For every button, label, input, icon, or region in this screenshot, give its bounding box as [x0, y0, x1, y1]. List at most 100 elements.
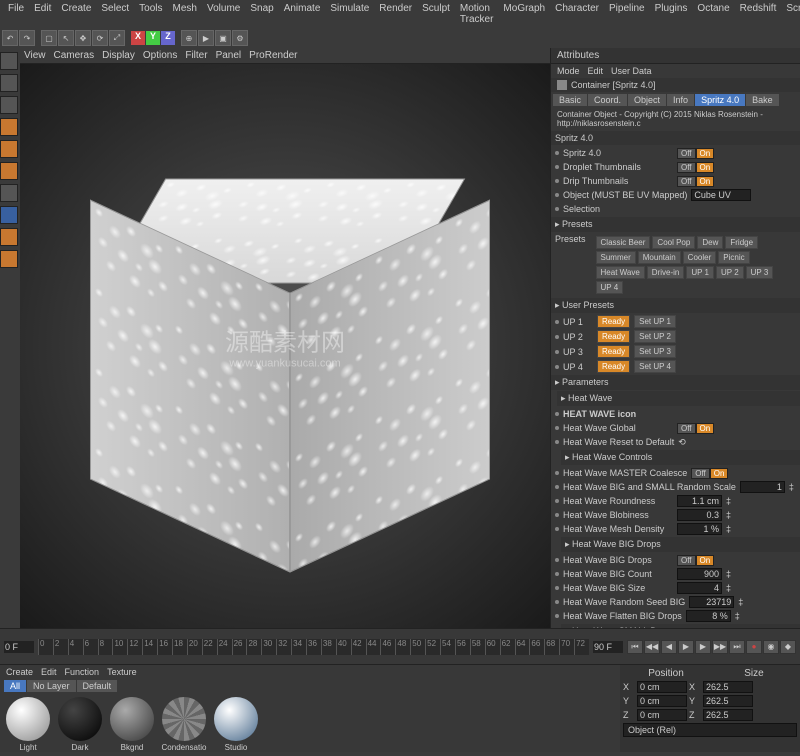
menu-render[interactable]: Render — [375, 2, 416, 26]
poly-mode-button[interactable] — [0, 162, 18, 180]
move-button[interactable]: ✥ — [75, 30, 91, 46]
preset-summer[interactable]: Summer — [596, 251, 636, 264]
timeline-ruler[interactable]: 0246810121416182022242628303234363840424… — [38, 639, 589, 655]
preset-classic-beer[interactable]: Classic Beer — [596, 236, 651, 249]
hw-global-toggle[interactable]: OffOn — [677, 423, 714, 434]
menu-script[interactable]: Script — [782, 2, 800, 26]
menu-snap[interactable]: Snap — [246, 2, 277, 26]
menu-create[interactable]: Create — [57, 2, 95, 26]
cursor-button[interactable]: ↖ — [58, 30, 74, 46]
ready-button[interactable]: Ready — [597, 360, 630, 373]
pos-x-field[interactable] — [637, 681, 687, 693]
ready-button[interactable]: Ready — [597, 330, 630, 343]
section-hw-controls[interactable]: ▸ Heat Wave Controls — [561, 450, 800, 465]
edge-mode-button[interactable] — [0, 140, 18, 158]
tab-basic[interactable]: Basic — [553, 94, 587, 106]
preset-up-1[interactable]: UP 1 — [686, 266, 714, 279]
field-heat-wave-random-seed-big[interactable]: 23719 — [689, 596, 734, 608]
set-button[interactable]: Set UP 4 — [634, 360, 676, 373]
play-button[interactable]: ▶ — [678, 640, 694, 654]
preset-cooler[interactable]: Cooler — [683, 251, 717, 264]
coord-mode-select[interactable]: Object (Rel) — [623, 723, 797, 737]
menu-redshift[interactable]: Redshift — [736, 2, 781, 26]
preset-cool-pop[interactable]: Cool Pop — [652, 236, 695, 249]
preset-dew[interactable]: Dew — [697, 236, 723, 249]
attrmenu-edit[interactable]: Edit — [588, 66, 604, 76]
menu-sculpt[interactable]: Sculpt — [418, 2, 454, 26]
render-settings-button[interactable]: ⚙ — [232, 30, 248, 46]
matmenu-function[interactable]: Function — [65, 667, 100, 677]
material-condensatio[interactable]: Condensatio — [160, 697, 208, 752]
viewport-solo-button[interactable] — [0, 184, 18, 202]
section-hw-big[interactable]: ▸ Heat Wave BIG Drops — [561, 537, 800, 552]
section-parameters[interactable]: ▸ Parameters — [551, 375, 800, 390]
menu-plugins[interactable]: Plugins — [651, 2, 692, 26]
mattab-no-layer[interactable]: No Layer — [27, 680, 76, 692]
preset-heat-wave[interactable]: Heat Wave — [596, 266, 645, 279]
field-heat-wave-big-size[interactable]: 4 — [677, 582, 722, 594]
undo-button[interactable]: ↶ — [2, 30, 18, 46]
tab-coord[interactable]: Coord. — [588, 94, 627, 106]
reset-icon[interactable]: ⟲ — [678, 437, 686, 448]
preset-drive-in[interactable]: Drive-in — [647, 266, 685, 279]
preset-up-4[interactable]: UP 4 — [596, 281, 624, 294]
set-button[interactable]: Set UP 2 — [634, 330, 676, 343]
menu-tools[interactable]: Tools — [135, 2, 166, 26]
viewmenu-filter[interactable]: Filter — [185, 50, 207, 61]
preset-picnic[interactable]: Picnic — [718, 251, 749, 264]
attrmenu-user-data[interactable]: User Data — [611, 66, 652, 76]
section-user-presets[interactable]: ▸ User Presets — [551, 298, 800, 313]
field-heat-wave-roundness[interactable]: 1.1 cm — [677, 495, 722, 507]
texture-mode-button[interactable] — [0, 74, 18, 92]
menu-character[interactable]: Character — [551, 2, 603, 26]
ready-button[interactable]: Ready — [597, 315, 630, 328]
pos-y-field[interactable] — [637, 695, 687, 707]
keyframe-sel-button[interactable]: ◆ — [780, 640, 796, 654]
viewmenu-cameras[interactable]: Cameras — [54, 50, 95, 61]
field-heat-wave-flatten-big-drops[interactable]: 8 % — [686, 610, 731, 622]
size-y-field[interactable] — [703, 695, 753, 707]
timeline-start-field[interactable]: 0 F — [4, 641, 34, 653]
field-heat-wave-blobiness[interactable]: 0.3 — [677, 509, 722, 521]
preset-fridge[interactable]: Fridge — [725, 236, 758, 249]
spinner-icon[interactable]: ‡ — [726, 510, 731, 520]
pos-z-field[interactable] — [637, 709, 687, 721]
menu-motion-tracker[interactable]: Motion Tracker — [456, 2, 498, 26]
tab-bake[interactable]: Bake — [746, 94, 779, 106]
ready-button[interactable]: Ready — [597, 345, 630, 358]
menu-animate[interactable]: Animate — [280, 2, 325, 26]
viewport[interactable]: 源酷素材网 www.yuankusucai.com — [20, 64, 550, 628]
spinner-icon[interactable]: ‡ — [735, 611, 740, 621]
model-mode-button[interactable] — [0, 52, 18, 70]
menu-edit[interactable]: Edit — [30, 2, 55, 26]
menu-octane[interactable]: Octane — [693, 2, 733, 26]
mattab-all[interactable]: All — [4, 680, 26, 692]
menu-mesh[interactable]: Mesh — [169, 2, 201, 26]
viewmenu-options[interactable]: Options — [143, 50, 177, 61]
spinner-icon[interactable]: ‡ — [726, 583, 731, 593]
point-mode-button[interactable] — [0, 118, 18, 136]
viewmenu-view[interactable]: View — [24, 50, 46, 61]
next-frame-button[interactable]: ▶ — [695, 640, 711, 654]
matmenu-edit[interactable]: Edit — [41, 667, 57, 677]
material-light[interactable]: Light — [4, 697, 52, 752]
field-heat-wave-mesh-density[interactable]: 1 % — [677, 523, 722, 535]
tab-info[interactable]: Info — [667, 94, 694, 106]
menu-mograph[interactable]: MoGraph — [499, 2, 549, 26]
menu-file[interactable]: File — [4, 2, 28, 26]
viewmenu-prorender[interactable]: ProRender — [249, 50, 297, 61]
mattab-default[interactable]: Default — [77, 680, 118, 692]
live-select-button[interactable]: ▢ — [41, 30, 57, 46]
render-button[interactable]: ▶ — [198, 30, 214, 46]
field-heat-wave-big-and-small-random-scale[interactable]: 1 — [740, 481, 785, 493]
coord-sys-button[interactable]: ⊕ — [181, 30, 197, 46]
material-studio[interactable]: Studio — [212, 697, 260, 752]
preset-up-2[interactable]: UP 2 — [716, 266, 744, 279]
attrmenu-mode[interactable]: Mode — [557, 66, 580, 76]
section-presets[interactable]: ▸ Presets — [551, 217, 800, 232]
menu-select[interactable]: Select — [97, 2, 133, 26]
spinner-icon[interactable]: ‡ — [738, 597, 743, 607]
viewmenu-display[interactable]: Display — [102, 50, 135, 61]
menu-pipeline[interactable]: Pipeline — [605, 2, 649, 26]
planar-workplane-button[interactable] — [0, 250, 18, 268]
